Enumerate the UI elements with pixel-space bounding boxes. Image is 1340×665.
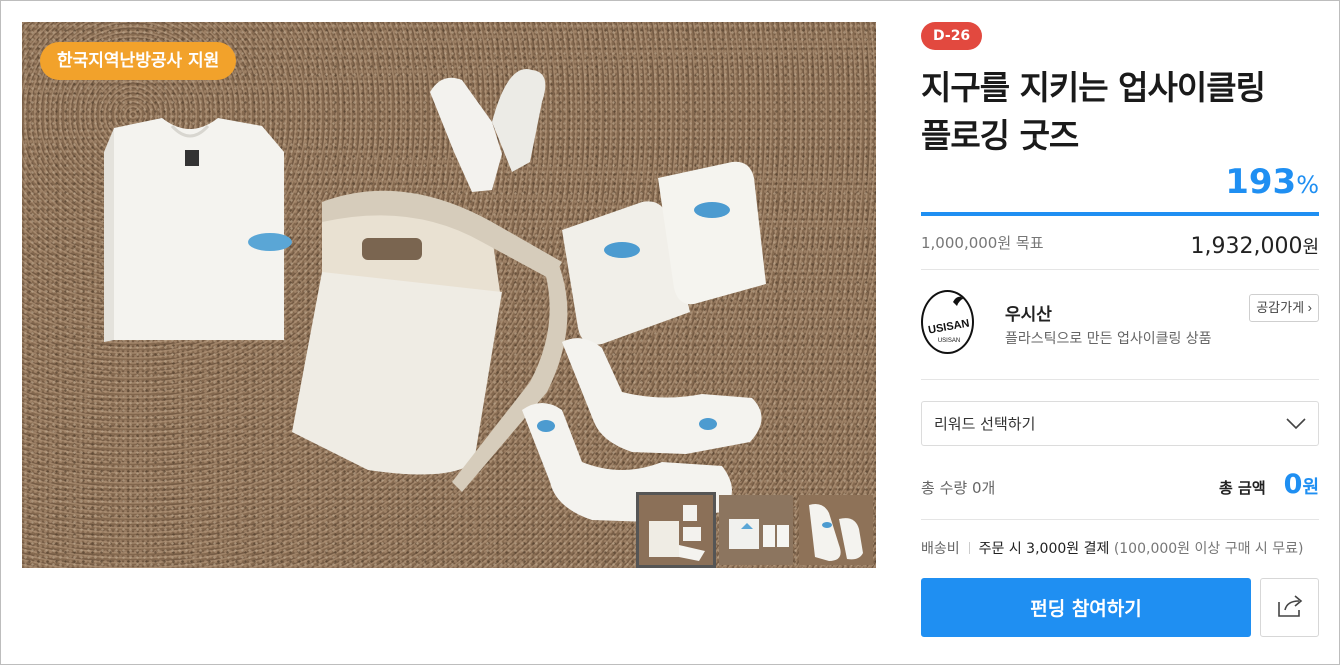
reward-select-label: 리워드 선택하기 [934,415,1036,433]
funding-percent: 193% [1225,162,1319,202]
divider [921,519,1319,520]
maker-info: USISAN USISAN 우시산 플라스틱으로 만든 업사이클링 상품 공감가… [921,290,1319,362]
total-value: 0원 [1284,469,1319,500]
total-value-number: 0 [1283,469,1303,500]
shipping-label: 배송비 [921,541,960,557]
tshirt-illustration [104,118,292,342]
product-photo: 한국지역난방공사 지원 [22,22,876,568]
funding-panel: D-26 지구를 지키는 업사이클링 플로깅 굿즈 193% 1,000,000… [921,22,1319,637]
progress-bar [921,212,1319,216]
maker-logo[interactable]: USISAN USISAN [921,290,974,354]
empathy-label: 공감가게 [1256,300,1305,315]
total-label: 총 금액 [1219,479,1266,497]
towels-illustration [562,161,766,345]
empathy-store-button[interactable]: 공감가게 › [1249,294,1319,322]
total-value-unit: 원 [1302,477,1319,498]
logo-text: USISAN [927,317,970,336]
fund-button[interactable]: 펀딩 참여하기 [921,578,1251,637]
share-icon [1277,595,1302,617]
thumbnail-1[interactable] [636,492,716,568]
title-line2: 플로깅 굿즈 [921,116,1079,155]
title-line1: 지구를 지키는 업사이클링 [921,68,1266,107]
qty-value: 0개 [971,479,996,497]
qty-label: 총 수량 [921,479,968,497]
gloves-illustration [430,69,546,192]
total-quantity: 총 수량 0개 [921,477,995,498]
maker-name[interactable]: 우시산 [1005,300,1052,325]
shipping-note: (100,000원 이상 구매 시 무료) [1113,541,1304,557]
shipping-main: 주문 시 3,000원 결제 [978,541,1110,557]
product-title: 지구를 지키는 업사이클링 플로깅 굿즈 [921,64,1319,160]
logo-subtext: USISAN [938,338,960,344]
separator [968,542,970,554]
reward-select[interactable]: 리워드 선택하기 [921,401,1319,446]
thumbnail-2[interactable] [716,492,796,568]
percent-value: 193 [1225,162,1297,202]
chevron-right-icon: › [1304,300,1312,315]
raised-unit: 원 [1302,237,1319,258]
thumbnail-3[interactable] [796,492,876,568]
total-amount: 총 금액 0원 [1219,469,1319,500]
goal-amount: 1,000,000원 목표 [921,234,1044,252]
raised-value: 1,932,000 [1190,234,1303,259]
thumbnail-strip [636,492,876,568]
share-button[interactable] [1260,578,1319,637]
product-illustration [104,69,766,522]
percent-unit: % [1296,171,1319,199]
divider [921,379,1319,380]
raised-amount: 1,932,000원 [1190,233,1319,259]
support-badge: 한국지역난방공사 지원 [40,42,237,80]
shipping-info: 배송비 주문 시 3,000원 결제 (100,000원 이상 구매 시 무료) [921,538,1303,558]
maker-description: 플라스틱으로 만든 업사이클링 상품 [1005,331,1212,347]
bucket-bag-illustration [292,190,568,492]
divider [921,269,1319,270]
chevron-down-icon [1286,417,1306,429]
dday-badge: D-26 [921,22,983,50]
